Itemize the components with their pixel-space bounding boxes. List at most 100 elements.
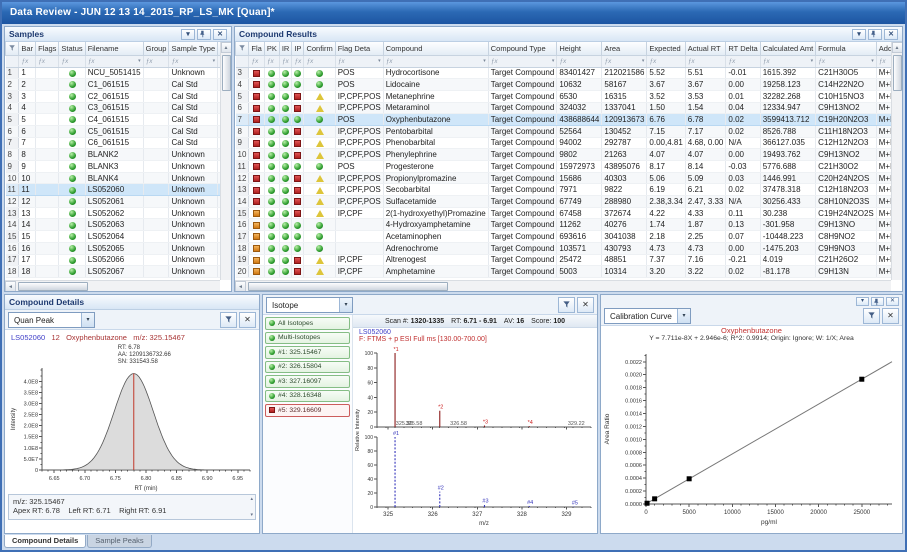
- col-header-ir[interactable]: IR: [278, 42, 293, 56]
- isotope-item[interactable]: #4: 328.16348: [265, 389, 350, 402]
- compound-row[interactable]: 13 IP,CPF,POS Secobarbital Target Compound 7…: [235, 183, 902, 197]
- compound-row[interactable]: 11 POS Progesterone Target Compound 15972973…: [235, 160, 902, 173]
- compound-row[interactable]: 4 POS Lidocaine Target Compound 10632 58167 3.…: [235, 78, 902, 91]
- sample-row[interactable]: 10 10 BLANK4 Unknown: [5, 172, 231, 185]
- compound-row[interactable]: 6 IP,CPF,POS Metaraminol Target Compound 324…: [235, 102, 902, 115]
- filter-cell-10[interactable]: ƒx ▾: [601, 55, 648, 68]
- filter-dropdown-icon[interactable]: ▾: [138, 58, 141, 64]
- pin-icon[interactable]: [871, 296, 884, 306]
- scroll-up-icon[interactable]: ▲: [891, 42, 902, 53]
- isotope-item[interactable]: #3: 327.16097: [265, 375, 350, 388]
- sample-row[interactable]: 15 15 LS052064 Unknown: [5, 230, 231, 243]
- calibration-view-selector[interactable]: Calibration Curve ▾: [604, 307, 691, 324]
- filter-cell-7[interactable]: ƒx ▾: [383, 55, 489, 68]
- panel-menu-chevron-icon[interactable]: ▾: [852, 28, 866, 40]
- col-header-calculated-amt[interactable]: Calculated Amt: [759, 42, 817, 56]
- isotope-selector[interactable]: Isotope ▾: [266, 296, 353, 313]
- compounds-horizontal-scrollbar[interactable]: ◄: [235, 280, 891, 291]
- col-header-compound[interactable]: Compound: [382, 42, 489, 56]
- col-header-flag-deta[interactable]: Flag Deta: [334, 42, 384, 56]
- compounds-vscroll-thumb[interactable]: [892, 55, 902, 91]
- col-header-actual-rt[interactable]: Actual RT: [684, 42, 727, 56]
- scroll-up-icon[interactable]: ▲: [220, 42, 231, 53]
- filter-cell-6[interactable]: ƒx ▾: [168, 55, 219, 68]
- filter-cell-4[interactable]: ƒx ▾: [85, 55, 144, 68]
- compound-row[interactable]: 3 POS Hydrocortisone Target Compound 8340142…: [235, 67, 902, 80]
- compound-row[interactable]: 14 IP,CPF,POS Sulfacetamide Target Compound…: [235, 195, 902, 208]
- col-header-confirm[interactable]: Confirm: [303, 42, 336, 56]
- sample-row[interactable]: 66C5_061515Cal Std5: [5, 125, 231, 138]
- col-header-area[interactable]: Area: [601, 42, 648, 56]
- samples-vertical-scrollbar[interactable]: ▲: [220, 42, 231, 280]
- compound-row[interactable]: 17 Acetaminophen Target Compound 693616 3041…: [235, 230, 902, 243]
- quan-peak-selector[interactable]: Quan Peak ▾: [8, 311, 95, 328]
- filter-dropdown-icon[interactable]: ▾: [811, 58, 814, 64]
- samples-hscroll-thumb[interactable]: [18, 281, 88, 291]
- close-chart-button[interactable]: ✕: [882, 307, 899, 324]
- isotope-item[interactable]: All Isotopes: [265, 317, 350, 330]
- filter-cell-2[interactable]: ƒx: [264, 55, 280, 68]
- col-header-sample-type[interactable]: Sample Type: [168, 42, 219, 56]
- scroll-left-icon[interactable]: ◄: [5, 280, 16, 291]
- sample-row[interactable]: 18 18 LS052067 Unknown: [5, 265, 231, 278]
- compound-row[interactable]: 9 IP,CPF,POS Phenobarbital Target Compound 9…: [235, 137, 902, 150]
- sample-row[interactable]: 12 12 LS052061 Unknown: [5, 195, 231, 208]
- sample-row[interactable]: 16 16 LS052065 Unknown: [5, 242, 231, 255]
- col-header-compound-type[interactable]: Compound Type: [487, 42, 558, 56]
- sample-row[interactable]: 77C6_061515Cal Std6: [5, 137, 231, 150]
- isotope-item[interactable]: #5: 329.16609: [265, 404, 350, 417]
- samples-horizontal-scrollbar[interactable]: ◄: [5, 280, 220, 291]
- compound-row[interactable]: 18 Adrenochrome Target Compound 103571 43079…: [235, 242, 902, 255]
- compounds-vertical-scrollbar[interactable]: ▲: [891, 42, 902, 280]
- filter-dropdown-icon[interactable]: ▾: [552, 58, 555, 64]
- filter-cell-13[interactable]: ƒx: [725, 55, 761, 68]
- isotope-item[interactable]: #2: 326.15804: [265, 360, 350, 373]
- compound-row[interactable]: 8 IP,CPF,POS Pentobarbital Target Compound 5…: [235, 125, 902, 138]
- compound-row[interactable]: 5 IP,CPF,POS Metanephrine Target Compound 65…: [235, 90, 902, 103]
- col-header-ip[interactable]: IP: [291, 42, 305, 56]
- filter-cell-3[interactable]: ƒx: [279, 55, 293, 68]
- col-header-expected[interactable]: Expected: [646, 42, 686, 56]
- compound-row[interactable]: 20 IP,CPF Amphetamine Target Compound 5003 10…: [235, 265, 902, 278]
- col-header-group[interactable]: Group: [142, 42, 170, 56]
- filter-cell-1[interactable]: ƒx: [18, 55, 37, 68]
- filter-cell-6[interactable]: ƒx ▾: [335, 55, 384, 68]
- filter-cell-15[interactable]: ƒx ▾: [815, 55, 877, 68]
- filter-dropdown-icon[interactable]: ▾: [378, 58, 381, 64]
- filter-cell-9[interactable]: ƒx: [556, 55, 603, 68]
- filter-cell-2[interactable]: ƒx: [35, 55, 60, 68]
- compound-row[interactable]: 12 IP,CPF,POS Propionylpromazine Target Com…: [235, 172, 902, 185]
- sample-row[interactable]: 33C2_061515Cal Std2: [5, 90, 231, 103]
- filter-funnel-button[interactable]: [220, 311, 237, 328]
- col-header--[interactable]: [235, 42, 250, 56]
- filter-cell-0[interactable]: [235, 55, 250, 68]
- close-chart-button[interactable]: ✕: [239, 311, 256, 328]
- scroll-left-icon[interactable]: ◄: [235, 280, 246, 291]
- col-header-pk[interactable]: PK: [263, 42, 280, 56]
- sample-row[interactable]: 1 1 NCU_5051415 Unknown: [5, 67, 231, 80]
- isotope-item[interactable]: #1: 325.15467: [265, 346, 350, 359]
- filter-dropdown-icon[interactable]: ▾: [483, 58, 486, 64]
- filter-funnel-button[interactable]: [863, 307, 880, 324]
- close-chart-button[interactable]: ✕: [577, 296, 594, 313]
- col-header-flags[interactable]: Flags: [35, 42, 60, 56]
- sample-row[interactable]: 13 13 LS052062 Unknown: [5, 207, 231, 220]
- col-header-bar[interactable]: Bar: [18, 42, 37, 56]
- panel-menu-chevron-icon[interactable]: ▾: [856, 296, 869, 306]
- compound-row[interactable]: 15 IP,CPF 2(1-hydroxyethyl)Promazine Target…: [235, 207, 902, 220]
- sample-row[interactable]: 9 9 BLANK3 Unknown: [5, 160, 231, 173]
- filter-cell-3[interactable]: ƒx: [58, 55, 86, 68]
- sample-row[interactable]: 22C1_061515Cal Std1: [5, 78, 231, 91]
- isotope-item[interactable]: Multi-Isotopes: [265, 331, 350, 344]
- sample-row[interactable]: 17 17 LS052066 Unknown: [5, 254, 231, 267]
- col-header-status[interactable]: Status: [58, 42, 86, 56]
- filter-cell-5[interactable]: ƒx: [303, 55, 336, 68]
- samples-vscroll-thumb[interactable]: [221, 55, 231, 91]
- sample-row[interactable]: 14 14 LS052063 Unknown: [5, 218, 231, 232]
- close-icon[interactable]: ✕: [213, 28, 227, 40]
- compound-row[interactable]: 7 POS Oxyphenbutazone Target Compound 438688…: [235, 113, 902, 126]
- close-icon[interactable]: ✕: [884, 28, 898, 40]
- pin-icon[interactable]: [868, 28, 882, 40]
- tab-sample-peaks[interactable]: Sample Peaks: [87, 535, 152, 548]
- col-header--[interactable]: [5, 42, 20, 56]
